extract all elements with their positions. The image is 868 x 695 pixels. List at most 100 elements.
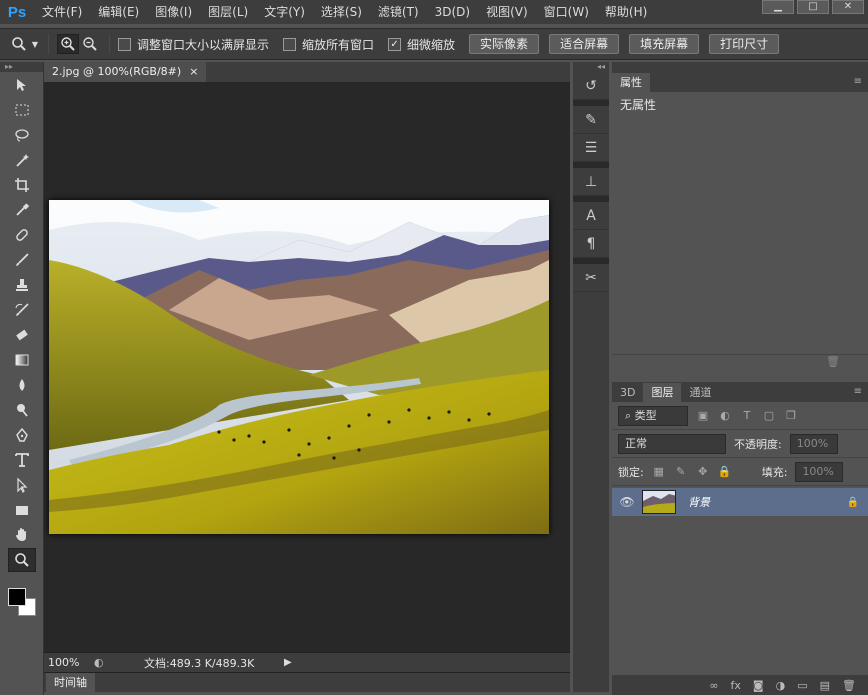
lasso-tool-icon[interactable]	[8, 123, 36, 147]
zoom-tool-preset-icon[interactable]	[8, 34, 30, 54]
blend-row: 正常 不透明度: 100%	[612, 430, 868, 458]
scrubby-zoom-label: 细微缩放	[407, 37, 456, 52]
close-button[interactable]: ✕	[832, 0, 864, 14]
healing-brush-tool-icon[interactable]	[8, 223, 36, 247]
status-arrow-icon[interactable]: ▶	[284, 657, 292, 668]
menu-image[interactable]: 图像(I)	[147, 0, 200, 24]
search-icon: ⌕	[625, 408, 632, 422]
tab-3d[interactable]: 3D	[612, 383, 643, 402]
layer-filter-select[interactable]: ⌕ 类型	[618, 405, 688, 426]
tab-channels[interactable]: 通道	[681, 383, 719, 402]
lock-all-icon[interactable]: 🔒	[718, 465, 732, 479]
checkbox-checked-box[interactable]: ✓	[388, 37, 402, 51]
filter-adjustment-icon[interactable]: ◐	[718, 409, 732, 423]
menu-type[interactable]: 文字(Y)	[256, 0, 313, 24]
menu-edit[interactable]: 编辑(E)	[90, 0, 147, 24]
path-selection-tool-icon[interactable]	[8, 473, 36, 497]
adjustments-panel-icon[interactable]: ☰	[573, 134, 609, 162]
marquee-tool-icon[interactable]	[8, 98, 36, 122]
filter-smart-object-icon[interactable]: ❐	[784, 409, 798, 423]
zoom-in-icon[interactable]	[57, 34, 79, 54]
fit-screen-button[interactable]: 适合屏幕	[549, 34, 620, 54]
menu-3d[interactable]: 3D(D)	[427, 0, 478, 24]
blend-mode-value: 正常	[625, 436, 647, 450]
status-menu-icon[interactable]: ◐	[94, 656, 114, 669]
strip-collapse-icon[interactable]: ◂◂	[573, 62, 609, 72]
layer-style-icon[interactable]: fx	[731, 679, 741, 692]
fill-input[interactable]: 100%	[795, 461, 844, 482]
timeline-tab[interactable]: 时间轴	[46, 673, 95, 693]
scrubby-zoom-checkbox[interactable]: ✓ 细微缩放	[388, 36, 455, 53]
menu-window[interactable]: 窗口(W)	[536, 0, 597, 24]
actual-pixels-button[interactable]: 实际像素	[469, 34, 540, 54]
layer-mask-icon[interactable]: ◙	[753, 679, 764, 692]
panel-collapse-icon[interactable]: ▸▸	[0, 62, 43, 72]
checkbox-box[interactable]	[283, 37, 297, 51]
hand-tool-icon[interactable]	[8, 523, 36, 547]
move-tool-icon[interactable]	[8, 73, 36, 97]
menu-file[interactable]: 文件(F)	[34, 0, 90, 24]
trash-icon[interactable]: 🗑	[826, 355, 840, 368]
tab-properties[interactable]: 属性	[612, 73, 650, 92]
panel-menu-icon[interactable]: ≡	[854, 386, 862, 397]
crop-tool-icon[interactable]	[8, 173, 36, 197]
window-controls: ▁ □ ✕	[762, 0, 864, 14]
checkbox-box[interactable]	[118, 37, 131, 51]
opacity-input[interactable]: 100%	[789, 433, 838, 454]
brush-panel-icon[interactable]: ✎	[573, 106, 609, 134]
character-panel-icon[interactable]: A	[573, 202, 609, 230]
clone-stamp-tool-icon[interactable]	[8, 273, 36, 297]
maximize-button[interactable]: □	[797, 0, 829, 14]
lock-image-icon[interactable]: ✎	[674, 465, 688, 479]
history-panel-icon[interactable]: ↺	[573, 72, 609, 100]
tab-layers[interactable]: 图层	[643, 383, 682, 402]
magic-wand-tool-icon[interactable]	[8, 148, 36, 172]
blend-mode-select[interactable]: 正常	[618, 433, 726, 454]
preset-dropdown-icon[interactable]: ▼	[30, 34, 40, 54]
gradient-tool-icon[interactable]	[8, 348, 36, 372]
zoom-tool-icon[interactable]	[8, 548, 36, 572]
lock-transparent-icon[interactable]: ▦	[652, 465, 666, 479]
menu-help[interactable]: 帮助(H)	[597, 0, 655, 24]
delete-layer-icon[interactable]: 🗑	[842, 679, 856, 692]
document-tab[interactable]: 2.jpg @ 100%(RGB/8#) ×	[44, 62, 207, 82]
filter-type-icon[interactable]: T	[740, 409, 754, 423]
print-size-button[interactable]: 打印尺寸	[709, 34, 780, 54]
foreground-color-swatch[interactable]	[8, 588, 26, 606]
zoom-all-windows-checkbox[interactable]: 缩放所有窗口	[283, 36, 374, 53]
paragraph-panel-icon[interactable]: ¶	[573, 230, 609, 258]
eraser-tool-icon[interactable]	[8, 323, 36, 347]
blur-tool-icon[interactable]	[8, 373, 36, 397]
menu-filter[interactable]: 滤镜(T)	[370, 0, 427, 24]
menu-view[interactable]: 视图(V)	[478, 0, 536, 24]
eyedropper-tool-icon[interactable]	[8, 198, 36, 222]
menu-layer[interactable]: 图层(L)	[200, 0, 256, 24]
brush-tool-icon[interactable]	[8, 248, 36, 272]
minimize-button[interactable]: ▁	[762, 0, 794, 14]
tool-presets-panel-icon[interactable]: ✂	[573, 264, 609, 292]
link-layers-icon[interactable]: ∞	[709, 679, 718, 692]
new-group-icon[interactable]: ▭	[797, 679, 807, 692]
filter-pixel-icon[interactable]: ▣	[696, 409, 710, 423]
new-layer-icon[interactable]: ▤	[820, 679, 830, 692]
resize-windows-checkbox[interactable]: 调整窗口大小以满屏显示	[118, 36, 269, 53]
layer-name[interactable]: 背景	[688, 494, 838, 510]
eye-icon[interactable]: 👁	[612, 495, 642, 509]
fill-screen-button[interactable]: 填充屏幕	[629, 34, 700, 54]
history-brush-tool-icon[interactable]	[8, 298, 36, 322]
zoom-level[interactable]: 100%	[44, 656, 94, 669]
layer-row-background[interactable]: 👁 背景 🔒	[612, 488, 868, 516]
canvas-area[interactable]	[44, 82, 570, 652]
lock-position-icon[interactable]: ✥	[696, 465, 710, 479]
menu-select[interactable]: 选择(S)	[313, 0, 370, 24]
dodge-tool-icon[interactable]	[8, 398, 36, 422]
document-close-icon[interactable]: ×	[189, 62, 198, 82]
adjustment-layer-icon[interactable]: ◑	[776, 679, 786, 692]
panel-menu-icon[interactable]: ≡	[854, 76, 862, 87]
rectangle-tool-icon[interactable]	[8, 498, 36, 522]
pen-tool-icon[interactable]	[8, 423, 36, 447]
clone-source-panel-icon[interactable]: ⊥	[573, 168, 609, 196]
type-tool-icon[interactable]	[8, 448, 36, 472]
zoom-out-icon[interactable]	[79, 34, 101, 54]
filter-shape-icon[interactable]: ▢	[762, 409, 776, 423]
